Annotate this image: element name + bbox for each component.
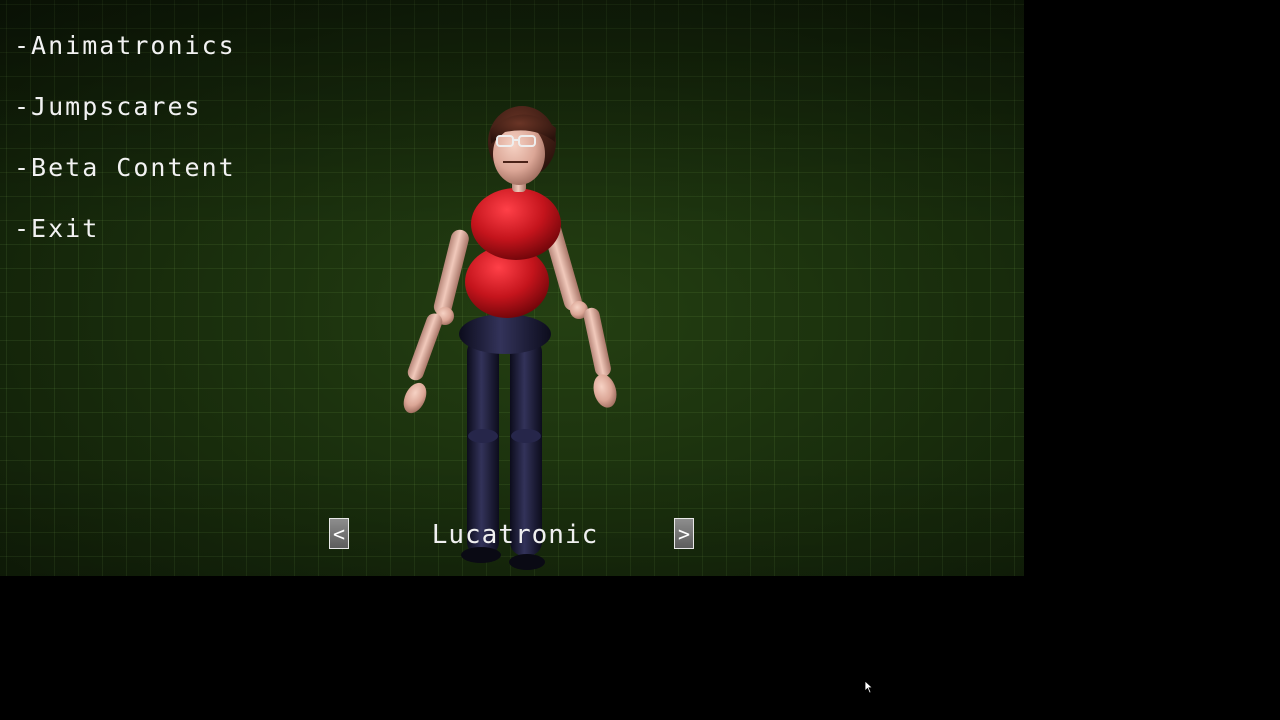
extras-screen: -Animatronics -Jumpscares -Beta Content …	[0, 0, 1024, 576]
head	[488, 106, 556, 185]
character-name: Lucatronic	[431, 520, 599, 550]
extras-menu: -Animatronics -Jumpscares -Beta Content …	[14, 30, 236, 274]
previous-character-button[interactable]: <	[329, 518, 349, 549]
hips	[459, 314, 551, 354]
left-arm	[403, 229, 469, 414]
right-arm	[543, 221, 617, 408]
next-character-button[interactable]: >	[674, 518, 694, 549]
animatronic-model	[403, 106, 617, 570]
menu-item-exit[interactable]: -Exit	[14, 213, 236, 274]
menu-item-jumpscares[interactable]: -Jumpscares	[14, 91, 236, 152]
menu-item-animatronics[interactable]: -Animatronics	[14, 30, 236, 91]
menu-item-beta-content[interactable]: -Beta Content	[14, 152, 236, 213]
torso	[465, 188, 561, 318]
arrow-cursor-icon	[864, 680, 874, 694]
